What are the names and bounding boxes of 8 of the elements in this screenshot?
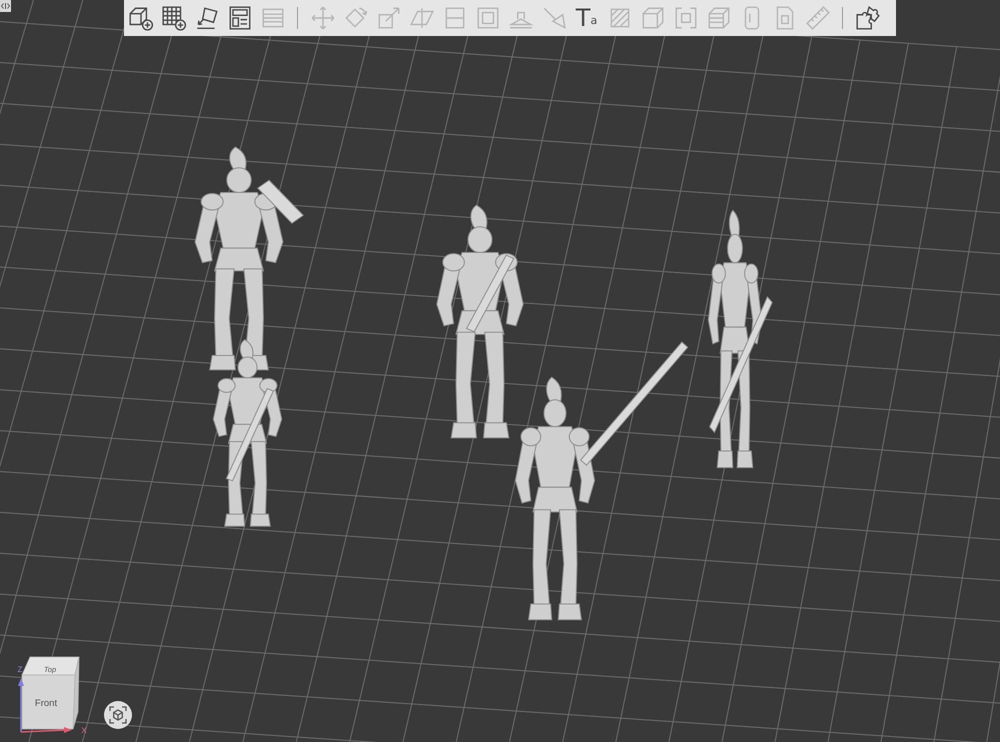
reset-view-button[interactable] — [104, 701, 132, 729]
axis-label: X — [81, 726, 87, 735]
axis-label: Z — [18, 665, 22, 674]
x-axis-arrow — [20, 727, 72, 733]
panel-toggle-button[interactable] — [0, 0, 11, 12]
z-axis-arrow — [18, 678, 24, 732]
bracket-arrows-icon — [1, 3, 10, 9]
focus-icon — [109, 706, 127, 724]
